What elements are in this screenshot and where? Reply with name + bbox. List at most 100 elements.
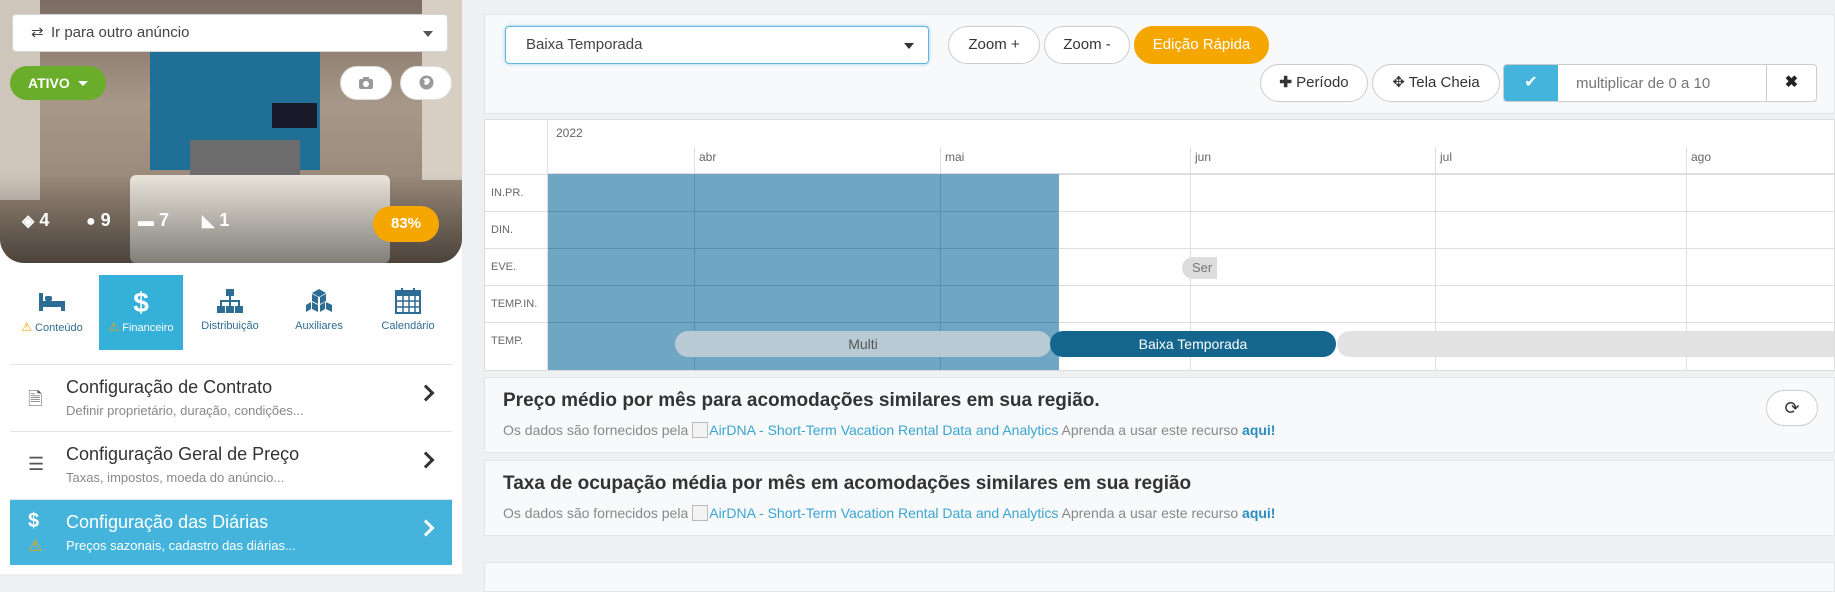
month-label: jun bbox=[1190, 147, 1211, 174]
bathtub-icon: ◣ bbox=[202, 213, 215, 230]
warning-icon: ⚠ bbox=[21, 320, 32, 334]
season-bar-empty[interactable] bbox=[1337, 331, 1834, 357]
refresh-button[interactable]: ⟳ bbox=[1766, 390, 1818, 426]
month-label: jul bbox=[1435, 147, 1452, 174]
row-label: DIN. bbox=[485, 211, 548, 248]
card-title: Taxa de ocupação média por mês em acomod… bbox=[503, 473, 1192, 494]
row-label: TEMP. bbox=[485, 322, 548, 359]
multiply-group: ✔ ✖ bbox=[1503, 64, 1817, 102]
beds-stat: ▬ 7 bbox=[138, 210, 170, 230]
season-timeline[interactable]: 2022 abr mai jun jul ago IN.PR. DIN. EVE… bbox=[484, 119, 1835, 371]
chevron-right-icon bbox=[417, 384, 435, 402]
season-bar-multi[interactable]: Multi bbox=[675, 331, 1051, 357]
guests-stat: ● 9 bbox=[86, 210, 111, 230]
multiply-input[interactable] bbox=[1558, 65, 1768, 101]
globe-icon bbox=[419, 75, 433, 90]
dollar-icon: $ bbox=[133, 287, 149, 315]
menu-title: Configuração das Diárias bbox=[66, 512, 269, 532]
airdna-logo-icon bbox=[692, 422, 709, 438]
menu-subtitle: Taxas, impostos, moeda do anúncio... bbox=[66, 470, 285, 485]
card-title: Preço médio por mês para acomodações sim… bbox=[503, 390, 1100, 411]
season-select[interactable]: Baixa Temporada bbox=[505, 26, 929, 64]
add-period-button[interactable]: ✚ Período bbox=[1260, 64, 1368, 102]
tab-auxiliares[interactable]: Auxiliares bbox=[277, 275, 361, 350]
menu-preco-geral[interactable]: ☰ Configuração Geral de Preço Taxas, imp… bbox=[10, 431, 452, 497]
refresh-icon: ⟳ bbox=[1784, 398, 1800, 418]
dollar-icon: $ bbox=[28, 510, 40, 532]
warning-icon: ⚠ bbox=[108, 320, 120, 334]
airdna-logo-icon bbox=[692, 505, 709, 521]
timeline-year: 2022 bbox=[556, 126, 583, 140]
tab-label: Calendário bbox=[381, 320, 435, 332]
calendar-icon bbox=[395, 288, 421, 314]
card-source: Os dados são fornecidos pela AirDNA - Sho… bbox=[503, 422, 1276, 438]
tab-financeiro[interactable]: $ ⚠ Financeiro bbox=[99, 275, 183, 350]
chevron-down-icon bbox=[423, 31, 433, 37]
avg-price-card: Preço médio por mês para acomodações sim… bbox=[484, 377, 1835, 453]
tab-conteudo[interactable]: ⚠ Conteúdo bbox=[10, 275, 94, 350]
baths-stat: ◣ 1 bbox=[202, 210, 230, 230]
section-tabs: ⚠ Conteúdo $ ⚠ Financeiro Distribuição A… bbox=[10, 275, 452, 350]
fullscreen-label: Tela Cheia bbox=[1408, 74, 1480, 91]
completeness-badge: 83% bbox=[373, 206, 439, 242]
chevron-right-icon bbox=[417, 519, 435, 537]
season-select-value: Baixa Temporada bbox=[526, 36, 643, 53]
row-label: EVE. bbox=[485, 248, 548, 285]
menu-title: Configuração Geral de Preço bbox=[66, 444, 300, 464]
tab-distribuicao[interactable]: Distribuição bbox=[188, 275, 272, 350]
status-label: ATIVO bbox=[28, 75, 70, 91]
swap-icon: ⇄ bbox=[31, 24, 44, 41]
clear-multiply-button[interactable]: ✖ bbox=[1766, 65, 1816, 101]
check-icon: ✔ bbox=[1524, 74, 1538, 91]
close-icon: ✖ bbox=[1784, 74, 1799, 91]
listing-panel: ⇄ Ir para outro anúncio ATIVO ◈ 4 ● 9 ▬ 7 ◣… bbox=[0, 0, 462, 574]
menu-subtitle: Preços sazonais, cadastro das diárias... bbox=[66, 538, 296, 553]
tab-label: Conteúdo bbox=[35, 322, 83, 334]
menu-contrato[interactable]: 🗎 Configuração de Contrato Definir propr… bbox=[10, 364, 452, 430]
move-icon: ✥ bbox=[1392, 74, 1405, 91]
chevron-down-icon bbox=[904, 43, 914, 49]
camera-button[interactable] bbox=[340, 66, 392, 100]
timeline-header: 2022 abr mai jun jul ago bbox=[548, 120, 1834, 174]
document-icon: 🗎 bbox=[28, 389, 43, 409]
cubes-icon bbox=[306, 289, 332, 312]
tab-label: Auxiliares bbox=[295, 320, 343, 332]
sitemap-icon bbox=[217, 289, 243, 313]
goto-listing-select[interactable]: ⇄ Ir para outro anúncio bbox=[12, 14, 448, 52]
plus-icon: ✚ bbox=[1279, 74, 1292, 91]
confirm-multiply-button[interactable]: ✔ bbox=[1504, 65, 1558, 101]
sliders-icon: ☰ bbox=[28, 454, 45, 474]
zoom-out-button[interactable]: Zoom - bbox=[1044, 26, 1130, 64]
menu-diarias[interactable]: $ ⚠ Configuração das Diárias Preços sazo… bbox=[10, 499, 452, 565]
warning-icon: ⚠ bbox=[28, 538, 43, 555]
learn-more-link[interactable]: aqui! bbox=[1242, 505, 1275, 521]
occupancy-card: Taxa de ocupação média por mês em acomod… bbox=[484, 460, 1835, 536]
globe-button[interactable] bbox=[400, 66, 452, 100]
zoom-in-button[interactable]: Zoom + bbox=[948, 26, 1040, 64]
user-icon: ● bbox=[86, 213, 96, 230]
add-period-label: Período bbox=[1296, 74, 1349, 91]
calendar-toolbar: Baixa Temporada Zoom + Zoom - Edição Ráp… bbox=[484, 14, 1835, 114]
airdna-link[interactable]: AirDNA - Short-Term Vacation Rental Data… bbox=[709, 505, 1058, 521]
bed-icon bbox=[39, 293, 65, 311]
month-label: ago bbox=[1686, 147, 1711, 174]
card-source: Os dados são fornecidos pela AirDNA - Sho… bbox=[503, 505, 1276, 521]
next-card bbox=[484, 562, 1835, 592]
learn-more-link[interactable]: aqui! bbox=[1242, 422, 1275, 438]
event-bar[interactable]: Ser bbox=[1182, 257, 1217, 279]
fullscreen-button[interactable]: ✥ Tela Cheia bbox=[1372, 64, 1500, 102]
month-label: mai bbox=[940, 147, 964, 174]
camera-icon bbox=[359, 77, 373, 89]
svg-text:$: $ bbox=[133, 287, 149, 315]
tab-label: Distribuição bbox=[201, 320, 259, 332]
tab-label: Financeiro bbox=[122, 322, 174, 334]
tab-calendario[interactable]: Calendário bbox=[366, 275, 450, 350]
goto-listing-label: Ir para outro anúncio bbox=[51, 24, 190, 41]
quick-edit-button[interactable]: Edição Rápida bbox=[1134, 26, 1269, 64]
season-bar-baixa[interactable]: Baixa Temporada bbox=[1050, 331, 1336, 357]
airdna-link[interactable]: AirDNA - Short-Term Vacation Rental Data… bbox=[709, 422, 1058, 438]
status-dropdown[interactable]: ATIVO bbox=[10, 66, 106, 100]
chevron-right-icon bbox=[417, 451, 435, 469]
chevron-down-icon bbox=[78, 81, 88, 86]
month-label: abr bbox=[694, 147, 716, 174]
